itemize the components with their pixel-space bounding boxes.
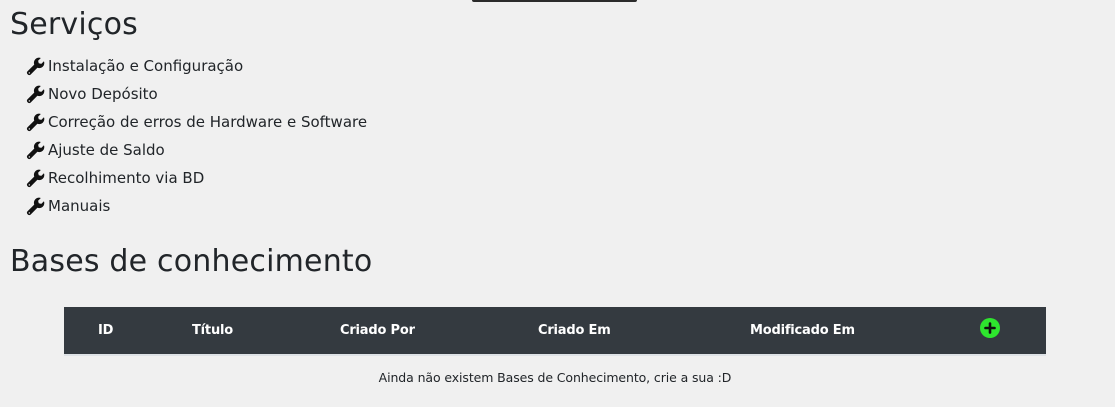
- service-item-label: Manuais: [48, 197, 111, 215]
- column-header-label: Criado Em: [538, 323, 611, 338]
- wrench-icon: [25, 196, 45, 216]
- service-item-label: Ajuste de Saldo: [48, 141, 165, 159]
- column-header-actions: [980, 307, 1046, 355]
- services-title: Serviços: [10, 7, 139, 42]
- service-item-label: Novo Depósito: [48, 85, 158, 103]
- wrench-icon: [25, 112, 45, 132]
- column-header-label: Criado Por: [340, 323, 415, 338]
- service-item-label: Instalação e Configuração: [48, 57, 244, 75]
- service-item-installation[interactable]: Instalação e Configuração: [25, 52, 367, 80]
- add-knowledge-base-button[interactable]: [980, 317, 1000, 338]
- service-item-label: Recolhimento via BD: [48, 169, 205, 187]
- wrench-icon: [25, 84, 45, 104]
- column-header-modified-at: Modificado Em: [750, 307, 980, 355]
- services-list: Instalação e Configuração Novo Depósito …: [25, 52, 367, 220]
- plus-circle-icon: [984, 321, 996, 334]
- table-header: ID Título Criado Por Criado Em Modificad…: [64, 307, 1046, 355]
- knowledge-base-table: ID Título Criado Por Criado Em Modificad…: [64, 307, 1046, 356]
- wrench-icon: [25, 168, 45, 188]
- table-header-row: ID Título Criado Por Criado Em Modificad…: [64, 307, 1046, 355]
- top-bar-fragment: [472, 0, 637, 2]
- service-item-label: Correção de erros de Hardware e Software: [48, 113, 368, 131]
- service-item-manuals[interactable]: Manuais: [25, 192, 367, 220]
- column-header-created-at: Criado Em: [538, 307, 750, 355]
- service-item-balance-adjust[interactable]: Ajuste de Saldo: [25, 136, 367, 164]
- knowledge-base-table-container: ID Título Criado Por Criado Em Modificad…: [64, 307, 1046, 385]
- column-header-id: ID: [64, 307, 192, 355]
- column-header-title: Título: [192, 307, 340, 355]
- empty-state-message: Ainda não existem Bases de Conhecimento,…: [378, 370, 732, 385]
- column-header-label: Modificado Em: [750, 323, 855, 338]
- column-header-label: Título: [192, 323, 233, 338]
- knowledge-base-title: Bases de conhecimento: [10, 244, 373, 279]
- service-item-error-fix[interactable]: Correção de erros de Hardware e Software: [25, 108, 367, 136]
- service-item-new-deposit[interactable]: Novo Depósito: [25, 80, 367, 108]
- wrench-icon: [25, 56, 45, 76]
- wrench-icon: [25, 140, 45, 160]
- column-header-label: ID: [98, 323, 114, 338]
- service-item-db-collection[interactable]: Recolhimento via BD: [25, 164, 367, 192]
- column-header-created-by: Criado Por: [340, 307, 538, 355]
